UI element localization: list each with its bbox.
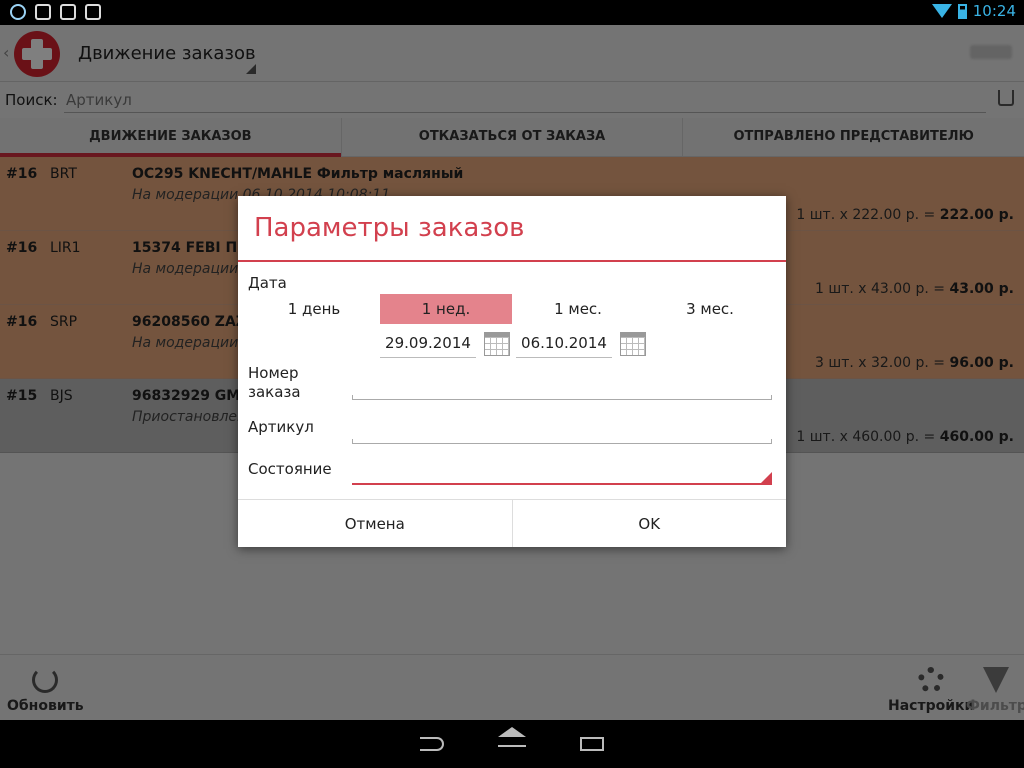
state-select[interactable] xyxy=(352,483,772,485)
calendar-to-icon[interactable] xyxy=(620,332,646,356)
period-3-months[interactable]: 3 мес. xyxy=(644,294,776,324)
order-parameters-dialog: Параметры заказов Дата 1 день 1 нед. 1 м… xyxy=(238,196,786,547)
ok-button[interactable]: OK xyxy=(511,500,787,547)
home-icon[interactable] xyxy=(498,727,526,747)
order-number-input[interactable] xyxy=(352,395,772,400)
back-icon[interactable] xyxy=(420,737,444,751)
status-bar: 10:24 xyxy=(0,0,1024,25)
order-number-label: Номер заказа xyxy=(248,364,301,401)
date-label: Дата xyxy=(248,274,287,292)
article-input[interactable] xyxy=(352,439,772,444)
period-1-month[interactable]: 1 мес. xyxy=(512,294,644,324)
date-from-field[interactable]: 29.09.2014 xyxy=(380,330,476,358)
state-label: Состояние xyxy=(248,460,332,478)
wifi-icon xyxy=(931,4,952,18)
bag-icon xyxy=(85,4,101,20)
period-1-week[interactable]: 1 нед. xyxy=(380,294,512,324)
mail-icon xyxy=(35,4,51,20)
date-to-field[interactable]: 06.10.2014 xyxy=(516,330,612,358)
title-divider xyxy=(238,260,786,262)
calendar-from-icon[interactable] xyxy=(484,332,510,356)
cancel-button[interactable]: Отмена xyxy=(238,500,512,547)
recent-apps-icon[interactable] xyxy=(580,737,604,751)
dialog-buttons: Отмена OK xyxy=(238,499,786,547)
dialog-title: Параметры заказов xyxy=(254,213,525,243)
sync-icon xyxy=(10,4,26,20)
state-dropdown-icon[interactable] xyxy=(760,472,772,484)
notification-icons xyxy=(10,4,101,20)
image-icon xyxy=(60,4,76,20)
system-nav-bar xyxy=(0,720,1024,768)
period-1-day[interactable]: 1 день xyxy=(248,294,380,324)
battery-icon xyxy=(957,3,967,19)
article-label: Артикул xyxy=(248,418,314,436)
clock: 10:24 xyxy=(972,2,1016,20)
